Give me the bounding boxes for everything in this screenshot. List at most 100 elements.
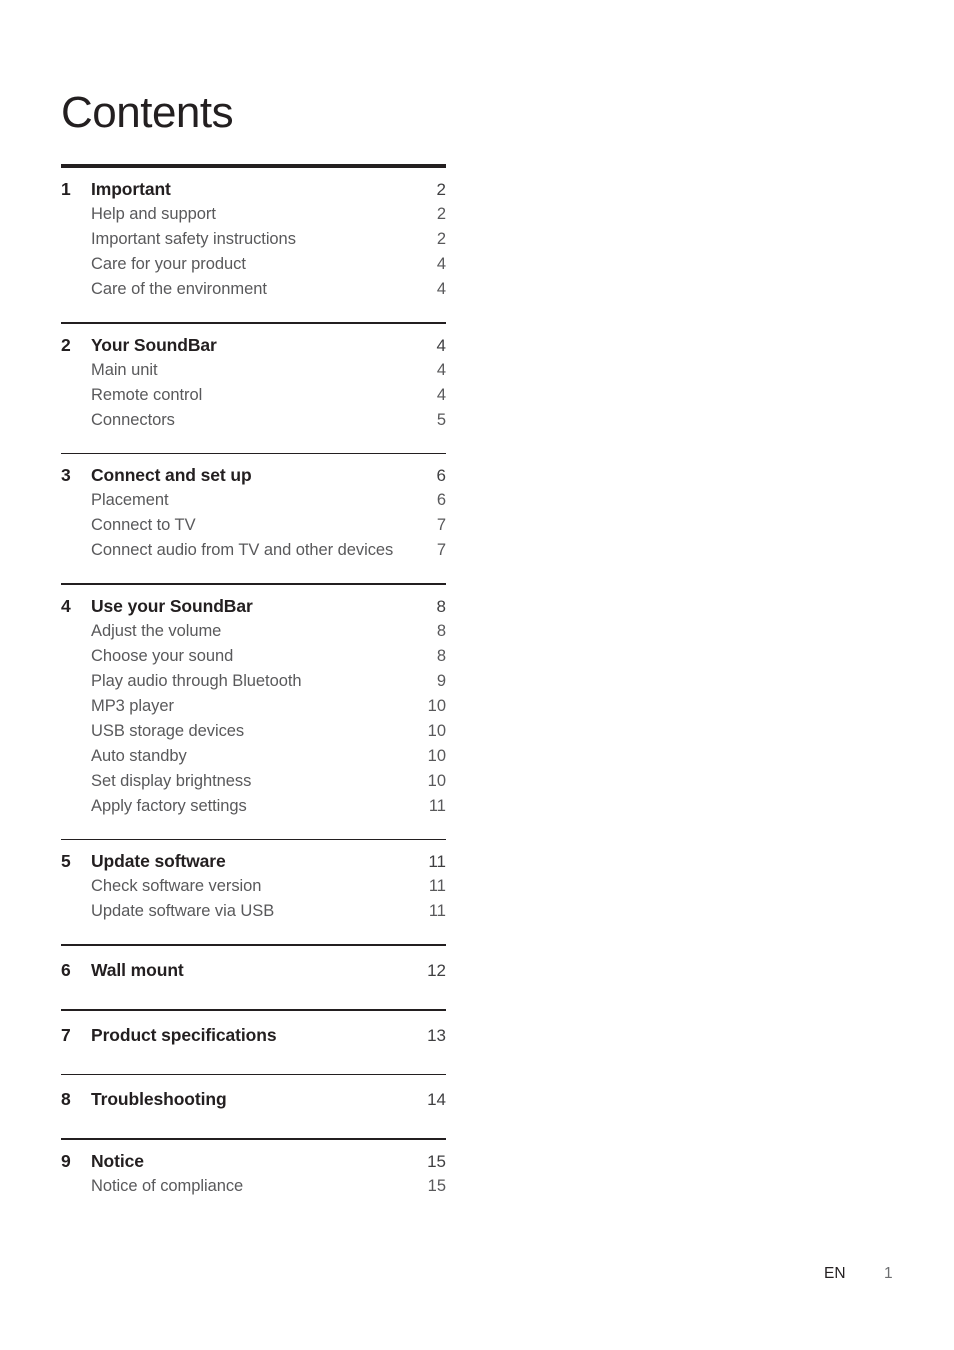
- section-page-number: 15: [427, 1151, 446, 1171]
- toc-section-heading[interactable]: 1 Important 2: [61, 177, 446, 202]
- entry-page-number: 10: [427, 721, 446, 740]
- toc-section-heading[interactable]: 4 Use your SoundBar 8: [61, 594, 446, 619]
- section-page-number: 13: [427, 1025, 446, 1045]
- footer-language-code: EN: [824, 1265, 846, 1282]
- entry-label: Set display brightness: [91, 771, 252, 790]
- entry-page-number: 7: [436, 516, 446, 535]
- entry-page-number: 2: [436, 230, 446, 248]
- section-title: Troubleshooting: [91, 1089, 227, 1110]
- toc-section: 5 Update software 11 Check software version…: [61, 838, 446, 945]
- entry-label: Help and support: [91, 205, 216, 223]
- toc-entry[interactable]: Notice of compliance 15: [61, 1174, 446, 1199]
- section-title: Notice: [91, 1150, 144, 1171]
- section-body: 7 Product specifications 13: [61, 1011, 446, 1074]
- toc-section: 7 Product specifications 13: [61, 1008, 446, 1074]
- entry-page-number: 10: [427, 771, 446, 790]
- entry-page-number: 11: [428, 877, 446, 896]
- entry-page-number: 4: [436, 385, 446, 404]
- toc-entry[interactable]: Auto standby 10: [61, 744, 446, 769]
- section-number: 1: [61, 179, 71, 199]
- section-page-number: 4: [436, 335, 446, 355]
- toc-entry[interactable]: Main unit 4: [61, 358, 446, 383]
- toc-entry[interactable]: Connect to TV 7: [61, 513, 446, 538]
- toc-entry[interactable]: Connectors 5: [61, 408, 446, 433]
- toc-entry[interactable]: Care of the environment 4: [61, 277, 446, 302]
- entry-label: Auto standby: [91, 746, 187, 765]
- section-number: 8: [61, 1089, 71, 1110]
- section-title: Product specifications: [91, 1024, 277, 1045]
- entry-page-number: 15: [427, 1176, 446, 1195]
- section-title: Connect and set up: [91, 465, 252, 486]
- toc-section-heading[interactable]: 9 Notice 15: [61, 1149, 446, 1174]
- toc-entry[interactable]: Connect audio from TV and other devices 7: [61, 538, 446, 563]
- toc-entry[interactable]: Important safety instructions 2: [61, 227, 446, 252]
- section-number: 4: [61, 595, 71, 616]
- toc-section: 1 Important 2 Help and support 2 Important sa…: [61, 164, 446, 322]
- entry-label: Apply factory settings: [91, 796, 247, 815]
- entry-page-number: 11: [428, 796, 446, 815]
- entry-page-number: 7: [436, 541, 446, 560]
- section-body: 3 Connect and set up 6 Placement 6 Connect to…: [61, 454, 446, 583]
- section-body: 6 Wall mount 12: [61, 946, 446, 1009]
- toc-section: 6 Wall mount 12: [61, 944, 446, 1009]
- section-page-number: 8: [436, 596, 446, 616]
- toc-entry[interactable]: Choose your sound 8: [61, 644, 446, 669]
- entry-label: Notice of compliance: [91, 1176, 244, 1195]
- entry-label: Choose your sound: [91, 646, 234, 665]
- document-page: Contents 1 Important 2 Help and support 2 Imp…: [0, 0, 954, 1350]
- entry-page-number: 10: [427, 746, 446, 765]
- entry-page-number: 8: [436, 646, 446, 665]
- section-title: Your SoundBar: [91, 334, 217, 355]
- section-body: 2 Your SoundBar 4 Main unit 4 Remote control 4…: [61, 324, 446, 453]
- entry-label: Adjust the volume: [91, 621, 222, 640]
- toc-section: 9 Notice 15 Notice of compliance 15: [61, 1138, 446, 1219]
- toc-entry[interactable]: Set display brightness 10: [61, 769, 446, 794]
- toc-section-heading[interactable]: 2 Your SoundBar 4: [61, 333, 446, 358]
- entry-page-number: 2: [436, 205, 446, 223]
- section-body: 8 Troubleshooting 14: [61, 1075, 446, 1138]
- entry-label: Placement: [91, 491, 169, 510]
- entry-page-number: 4: [436, 255, 446, 273]
- toc-entry[interactable]: Apply factory settings 11: [61, 794, 446, 819]
- toc-entry[interactable]: USB storage devices 10: [61, 719, 446, 744]
- toc-section-heading[interactable]: 6 Wall mount 12: [61, 958, 446, 983]
- toc-entry[interactable]: Adjust the volume 8: [61, 619, 446, 644]
- section-number: 9: [61, 1150, 71, 1171]
- toc-section-heading[interactable]: 5 Update software 11: [61, 849, 446, 874]
- section-page-number: 2: [436, 180, 446, 199]
- entry-label: Care of the environment: [91, 280, 267, 298]
- toc-entry[interactable]: Update software via USB 11: [61, 899, 446, 924]
- toc-section: 8 Troubleshooting 14: [61, 1073, 446, 1139]
- entry-label: Check software version: [91, 877, 262, 896]
- toc-section-heading[interactable]: 3 Connect and set up 6: [61, 463, 446, 488]
- section-number: 3: [61, 465, 71, 486]
- section-title: Wall mount: [91, 959, 184, 980]
- toc-entry[interactable]: Care for your product 4: [61, 252, 446, 277]
- toc-section-heading[interactable]: 8 Troubleshooting 14: [61, 1087, 446, 1112]
- toc-entry[interactable]: MP3 player 10: [61, 694, 446, 719]
- page-title: Contents: [61, 88, 234, 138]
- footer-page-number: 1: [884, 1265, 893, 1282]
- section-number: 7: [61, 1024, 71, 1045]
- entry-page-number: 5: [436, 410, 446, 429]
- entry-label: Update software via USB: [91, 902, 275, 921]
- entry-label: Main unit: [91, 360, 158, 379]
- toc-section: 3 Connect and set up 6 Placement 6 Connect to…: [61, 452, 446, 584]
- entry-label: Remote control: [91, 385, 203, 404]
- toc-entry[interactable]: Play audio through Bluetooth 9: [61, 669, 446, 694]
- entry-label: USB storage devices: [91, 721, 245, 740]
- entry-label: MP3 player: [91, 696, 174, 715]
- section-page-number: 11: [428, 852, 446, 872]
- toc-entry[interactable]: Remote control 4: [61, 383, 446, 408]
- toc-section-heading[interactable]: 7 Product specifications 13: [61, 1023, 446, 1048]
- section-title: Important: [91, 179, 171, 199]
- section-body: 5 Update software 11 Check software version…: [61, 840, 446, 944]
- section-number: 6: [61, 959, 71, 980]
- section-title: Use your SoundBar: [91, 595, 253, 616]
- toc-entry[interactable]: Check software version 11: [61, 874, 446, 899]
- toc-entry[interactable]: Help and support 2: [61, 202, 446, 227]
- table-of-contents: 1 Important 2 Help and support 2 Important sa…: [61, 164, 446, 1219]
- page-footer: EN 1: [0, 1262, 954, 1286]
- toc-entry[interactable]: Placement 6: [61, 488, 446, 513]
- entry-page-number: 10: [427, 696, 446, 715]
